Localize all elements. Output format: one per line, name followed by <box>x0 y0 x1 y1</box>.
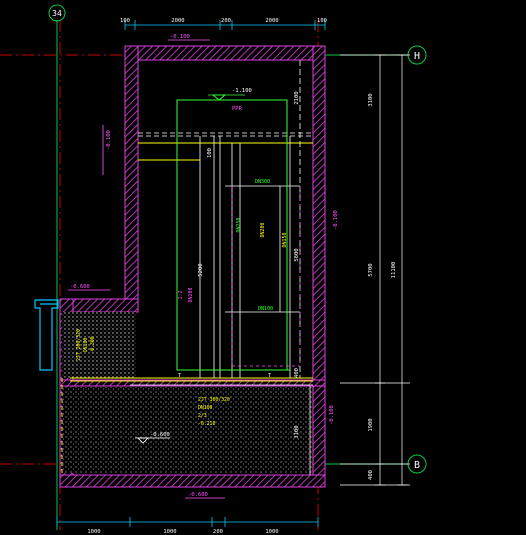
svg-text:400: 400 <box>294 368 300 378</box>
grid-bubble-34: 34 <box>48 4 66 22</box>
svg-text:-0.100: -0.100 <box>333 210 339 230</box>
svg-text:-0.600: -0.600 <box>70 284 90 290</box>
pipe-main-label: DN300 <box>255 179 270 185</box>
elev-top-pipe: -1.100 <box>232 88 252 94</box>
dim-top-1: 100 <box>120 18 130 24</box>
svg-text:-0.100: -0.100 <box>170 34 190 40</box>
svg-text:-0.600: -0.600 <box>150 432 170 438</box>
elev-roof: -0.100 <box>168 34 210 41</box>
dim-top-2: 2000 <box>171 18 184 24</box>
pipe-tag: PPR <box>232 106 243 112</box>
pipe-notes: DN300 DN250 DN200 DN150 DN100 1:2 DN200 … <box>178 179 288 379</box>
dim-text-bottom: 1000 1000 200 1000 <box>87 529 278 535</box>
dim-bottom-1: 1000 <box>87 529 100 535</box>
svg-text:-0.210: -0.210 <box>198 421 215 427</box>
dim-bottom-4: 1000 <box>265 529 278 535</box>
dim-chain-bottom <box>56 517 319 527</box>
dim-text-top: 100 2000 200 2000 100 <box>120 18 327 24</box>
left-pipe-stub <box>34 299 59 371</box>
dim-right-2: 5700 <box>368 263 374 276</box>
svg-text:5200: 5200 <box>198 263 204 276</box>
note-t1: T <box>178 373 181 379</box>
pipe-a-label: DN250 <box>236 217 242 232</box>
dim-text-right: 3100 5700 1900 400 11100 <box>368 93 397 480</box>
svg-text:2JT 300/320: 2JT 300/320 <box>198 397 230 403</box>
svg-text:3100: 3100 <box>294 425 300 438</box>
svg-text:-0.100: -0.100 <box>106 130 112 150</box>
svg-text:2100: 2100 <box>294 91 300 104</box>
dim-chain-right <box>340 54 410 486</box>
svg-text:2JT 200/320: 2JT 200/320 <box>76 329 82 361</box>
dim-right-3: 1900 <box>368 418 374 431</box>
svg-text:-0.600: -0.600 <box>188 492 208 498</box>
svg-text:DN100: DN100 <box>83 338 89 353</box>
grid-label-left: 34 <box>52 9 62 18</box>
grid-label-b: B <box>414 460 420 471</box>
elev-lower-right: -0.100 <box>329 405 335 425</box>
svg-text:-0.300: -0.300 <box>90 336 96 353</box>
note-t2: T <box>268 373 271 379</box>
grid-label-h: H <box>414 51 420 62</box>
elev-bottom: -0.600 <box>185 492 225 499</box>
svg-text:5800: 5800 <box>294 248 300 261</box>
fill-zones <box>62 312 312 473</box>
dim-right-1: 3100 <box>368 93 374 106</box>
pipe-b-label: DN200 <box>260 222 266 237</box>
dim-bottom-3: 200 <box>213 529 223 535</box>
cad-drawing: 34 H B 100 2000 200 2000 100 1000 1000 2… <box>0 4 427 535</box>
elev-step: -0.600 <box>68 284 110 291</box>
svg-text:100: 100 <box>207 148 213 158</box>
dim-right-total: 11100 <box>391 262 397 279</box>
note-ratio: 1:2 <box>178 290 184 299</box>
elev-wall-right: -0.100 <box>333 210 339 230</box>
elev-left-wall: -0.100 <box>106 130 112 150</box>
svg-text:-0.100: -0.100 <box>329 405 335 425</box>
green-pipes <box>176 99 290 371</box>
pipe-d-label: DN100 <box>258 306 273 312</box>
dim-bottom-2: 1000 <box>163 529 176 535</box>
note-pipe-run: DN200 <box>188 287 194 302</box>
pipe-c-label: DN150 <box>282 232 288 247</box>
dim-top-4: 2000 <box>265 18 278 24</box>
dim-top-5: 100 <box>317 18 327 24</box>
svg-text:DN100: DN100 <box>198 405 213 411</box>
dim-right-4: 400 <box>368 470 374 480</box>
dim-top-3: 200 <box>221 18 231 24</box>
svg-text:2/3: 2/3 <box>198 413 207 419</box>
